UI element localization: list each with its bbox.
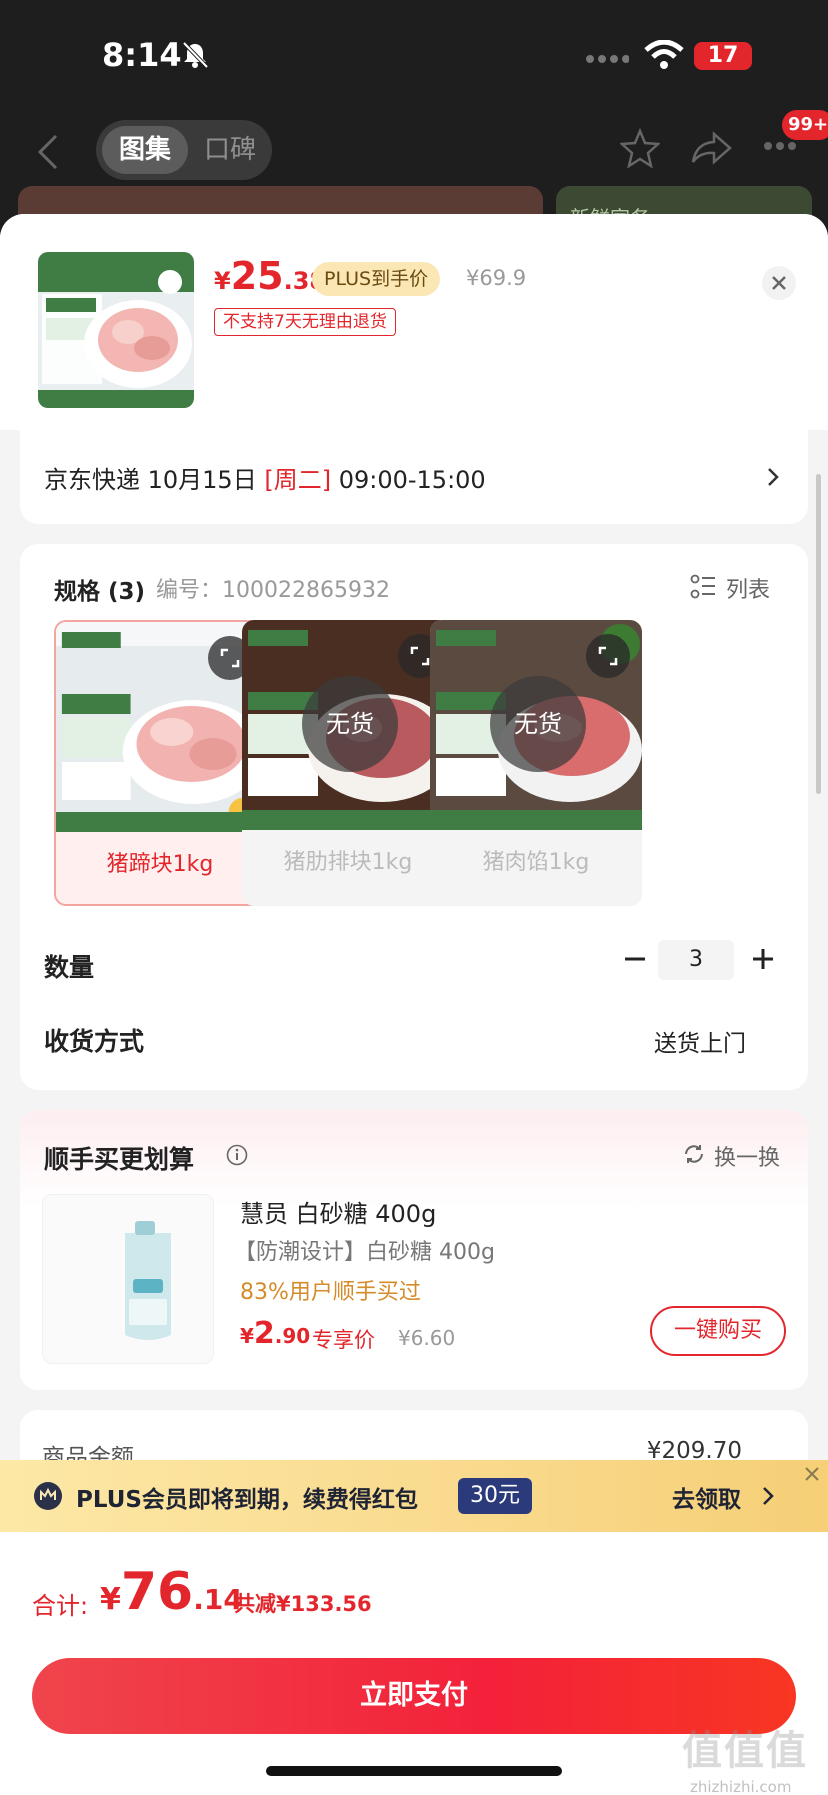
close-icon [772, 276, 786, 290]
sheet-header: ¥25.38 PLUS到手价 ¥69.9 不支持7天无理由退货 [0, 214, 828, 430]
more-icon[interactable] [762, 140, 798, 152]
plus-renewal-banner[interactable]: PLUS会员即将到期，续费得红包 30元 去领取 [0, 1460, 828, 1532]
out-of-stock-badge: 无货 [302, 676, 398, 772]
background-nav: 图集 口碑 99+ [0, 110, 828, 190]
total-saving: 共减¥133.56 [234, 1592, 372, 1616]
spec-option-out-of-stock[interactable]: 无货 猪肋排块1kg [242, 620, 454, 906]
refresh-icon[interactable] [682, 1142, 706, 1166]
spec-option-name: 猪蹄块1kg [106, 852, 214, 877]
plus-crown-icon [34, 1482, 62, 1510]
gallery-review-toggle: 图集 口碑 [96, 120, 272, 180]
close-icon[interactable] [800, 1462, 824, 1486]
plus-icon[interactable] [748, 944, 778, 974]
price-integer: 25 [230, 254, 284, 298]
shipping-method-value[interactable]: 送货上门 [654, 1024, 746, 1058]
spec-option-out-of-stock[interactable]: 无货 猪肉馅1kg [430, 620, 642, 906]
chevron-right-icon [763, 1487, 774, 1505]
price-currency: ¥ [100, 1582, 121, 1617]
list-view-icon[interactable] [690, 574, 716, 600]
minus-icon[interactable] [620, 944, 650, 974]
scrollbar[interactable] [816, 474, 821, 794]
price-decimal: .90 [274, 1324, 311, 1348]
spec-title: 规格 (3) [54, 579, 146, 605]
battery-indicator: 17 [694, 42, 752, 70]
tab-reviews[interactable]: 口碑 [194, 126, 266, 174]
claim-link[interactable]: 去领取 [672, 1480, 741, 1514]
quantity-input[interactable]: 3 [658, 940, 734, 980]
one-click-buy-button[interactable]: 一键购买 [650, 1306, 786, 1356]
upsell-product-image[interactable] [42, 1194, 214, 1364]
upsell-product-name[interactable]: 慧员 白砂糖 400g [240, 1194, 436, 1229]
out-of-stock-badge: 无货 [490, 676, 586, 772]
star-icon[interactable] [620, 128, 660, 168]
original-price: ¥69.9 [466, 266, 527, 290]
info-icon[interactable] [226, 1144, 248, 1166]
plus-banner-text: PLUS会员即将到期，续费得红包 [76, 1487, 418, 1513]
upsell-original-price: ¥6.60 [398, 1326, 456, 1350]
delivery-date: 京东快递 10月15日 [44, 466, 265, 494]
shipping-method-label: 收货方式 [44, 1027, 145, 1056]
price-integer: 2 [253, 1316, 275, 1351]
swap-button[interactable]: 换一换 [714, 1140, 780, 1172]
price-currency: ¥ [240, 1324, 254, 1348]
upsell-title: 顺手买更划算 [44, 1145, 195, 1174]
status-time: 8:14 [102, 36, 182, 74]
purchase-sheet: ¥25.38 PLUS到手价 ¥69.9 不支持7天无理由退货 京东快递 10月… [0, 214, 828, 1795]
spec-option-name: 猪肉馅1kg [482, 850, 590, 875]
product-thumbnail [38, 252, 194, 408]
delivery-info: 京东快递 10月15日 [周二] 09:00-15:00 [44, 460, 486, 495]
bell-muted-icon [182, 41, 209, 69]
delivery-weekday: [周二] [264, 466, 332, 494]
upsell-section: 顺手买更划算 换一换 慧员 白砂糖 400g 【防潮设计】白砂糖 400g 83… [20, 1110, 808, 1390]
message-badge: 99+ [782, 110, 828, 140]
price-integer: 76 [120, 1562, 194, 1622]
checkout-footer: 合计: ¥76.14 共减¥133.56 立即支付 值值值 zhizhizhi.… [0, 1532, 828, 1795]
chevron-right-icon [768, 468, 779, 486]
close-button[interactable] [762, 266, 796, 300]
delivery-time: 09:00-15:00 [331, 466, 486, 494]
upsell-product-desc: 【防潮设计】白砂糖 400g [234, 1240, 495, 1265]
spec-option-selected[interactable]: 猪蹄块1kg [54, 620, 266, 906]
spec-section: 规格 (3) 编号：100022865932 列表 猪蹄块1kg 无货 猪肋排块… [20, 544, 808, 1090]
price-currency: ¥ [214, 267, 231, 295]
delivery-row[interactable]: 京东快递 10月15日 [周二] 09:00-15:00 [20, 430, 808, 524]
list-view-toggle[interactable]: 列表 [726, 572, 770, 604]
total-price: ¥76.14 [100, 1562, 243, 1622]
exclusive-price-label: 专享价 [312, 1328, 375, 1352]
upsell-stat: 83%用户顺手买过 [240, 1280, 421, 1305]
share-icon[interactable] [690, 128, 732, 168]
upsell-price: ¥2.90 [240, 1316, 310, 1351]
coupon-amount-badge: 30元 [458, 1478, 532, 1514]
product-price: ¥25.38 [214, 254, 326, 298]
tab-gallery[interactable]: 图集 [102, 126, 188, 174]
return-policy-tag: 不支持7天无理由退货 [214, 308, 396, 336]
quantity-label: 数量 [44, 953, 95, 982]
back-icon[interactable] [36, 132, 60, 172]
watermark-url: zhizhizhi.com [690, 1778, 792, 1795]
home-indicator[interactable] [266, 1766, 562, 1776]
total-label: 合计: [32, 1592, 89, 1620]
product-code: 编号：100022865932 [156, 578, 390, 603]
wifi-icon [644, 40, 684, 69]
status-bar: 8:14 17 [0, 0, 828, 110]
expand-icon[interactable] [586, 634, 630, 678]
plus-price-tag: PLUS到手价 [312, 262, 441, 296]
signal-dots-icon [586, 55, 629, 63]
watermark: 值值值 [682, 1728, 808, 1774]
spec-option-name: 猪肋排块1kg [283, 850, 413, 875]
